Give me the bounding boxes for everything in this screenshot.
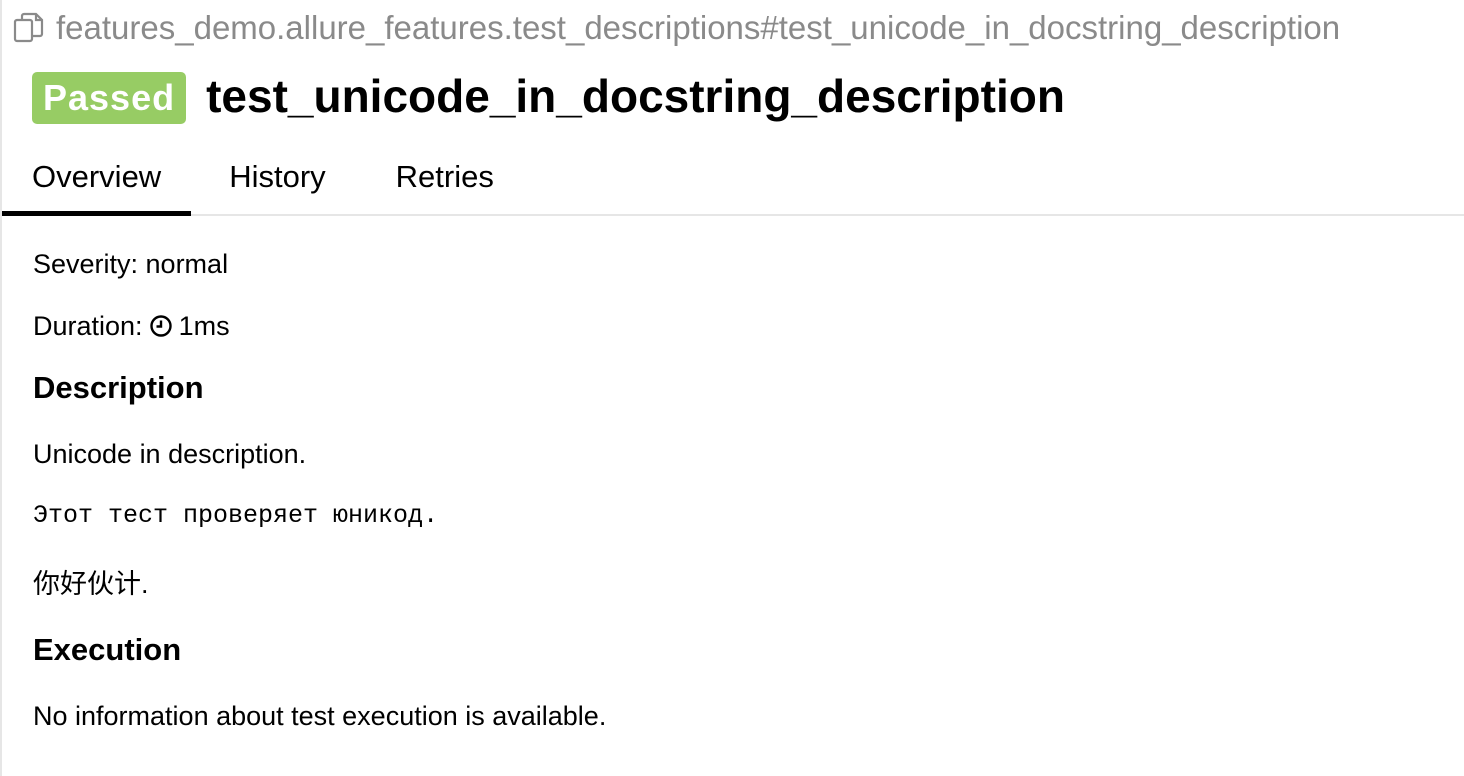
tab-bar: Overview History Retries bbox=[2, 146, 1464, 216]
description-line-2: Этот тест проверяет юникод. bbox=[33, 501, 439, 530]
duration-label: Duration: bbox=[33, 311, 143, 341]
tab-history[interactable]: History bbox=[191, 146, 355, 216]
copy-icon[interactable] bbox=[12, 11, 46, 45]
status-badge: Passed bbox=[32, 72, 187, 124]
severity-text: Severity: normal bbox=[33, 249, 229, 279]
clock-icon bbox=[149, 315, 172, 337]
description-heading: Description bbox=[33, 370, 204, 405]
title-row: Passed test_unicode_in_docstring_descrip… bbox=[32, 66, 1065, 126]
test-result-page: features_demo.allure_features.test_descr… bbox=[0, 0, 1464, 776]
test-full-name: features_demo.allure_features.test_descr… bbox=[12, 6, 1340, 50]
description-line-3: 你好伙计. bbox=[33, 569, 149, 599]
execution-heading: Execution bbox=[33, 632, 182, 667]
tab-retries[interactable]: Retries bbox=[356, 146, 524, 216]
full-name-text: features_demo.allure_features.test_descr… bbox=[56, 9, 1341, 46]
description-line-1: Unicode in description. bbox=[33, 439, 307, 469]
page-title: test_unicode_in_docstring_description bbox=[206, 70, 1065, 122]
duration-row: Duration: 1ms bbox=[33, 306, 230, 346]
duration-value: 1ms bbox=[178, 311, 230, 341]
execution-text: No information about test execution is a… bbox=[33, 701, 607, 731]
tab-overview[interactable]: Overview bbox=[2, 146, 192, 216]
